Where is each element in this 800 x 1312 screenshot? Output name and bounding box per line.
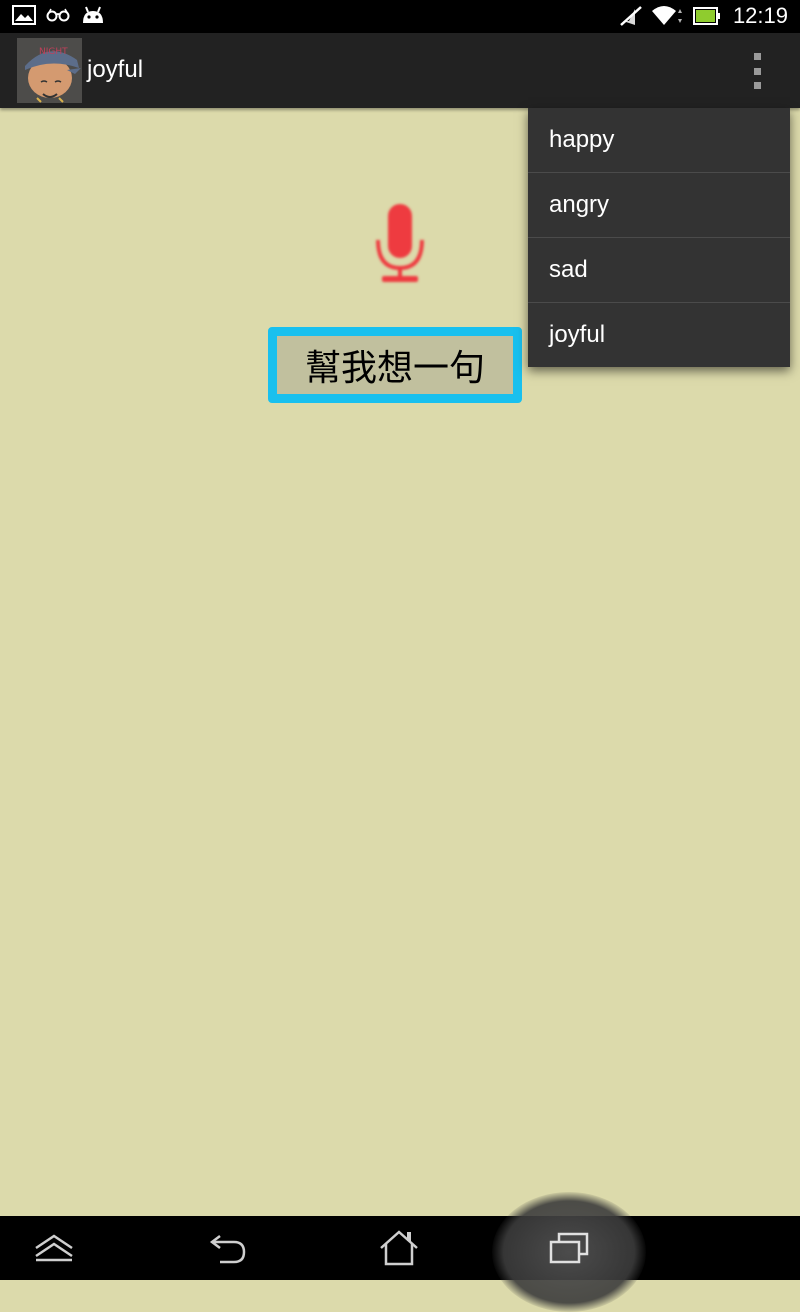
clock: 12:19 (732, 3, 788, 28)
back-icon (209, 1235, 246, 1264)
action-bar: NIGHT joyful (0, 33, 800, 108)
android-icon (80, 5, 106, 25)
page-title: joyful (87, 56, 144, 83)
mute-icon (619, 5, 643, 27)
gallery-icon (12, 5, 36, 25)
overflow-dot (753, 67, 761, 75)
menu-item-happy[interactable]: happy (528, 108, 790, 173)
overflow-dropdown-menu: happy angry sad joyful (528, 108, 790, 367)
hide-keyboard-icon (35, 1234, 73, 1262)
recent-apps-button[interactable] (509, 1216, 629, 1280)
overflow-dot (753, 82, 761, 89)
suggest-sentence-button[interactable]: 幫我想一句 (268, 327, 522, 403)
status-bar: 12:19 (0, 0, 800, 33)
recent-apps-icon (549, 1232, 589, 1264)
battery-icon (692, 6, 721, 26)
wifi-icon (651, 5, 685, 27)
overflow-menu-icon (753, 53, 761, 60)
hide-keyboard-button[interactable] (0, 1216, 114, 1280)
menu-item-joyful[interactable]: joyful (528, 303, 790, 367)
home-icon (380, 1230, 418, 1266)
home-button[interactable] (339, 1216, 459, 1280)
overflow-menu-button[interactable] (744, 53, 770, 89)
svg-text:NIGHT: NIGHT (39, 47, 68, 57)
back-button[interactable] (170, 1216, 290, 1280)
microphone-icon[interactable] (370, 200, 430, 288)
menu-item-angry[interactable]: angry (528, 173, 790, 238)
app-icon[interactable]: NIGHT (17, 38, 82, 103)
cartoon-avatar-icon: NIGHT (17, 38, 82, 103)
glasses-icon (46, 8, 70, 22)
menu-item-sad[interactable]: sad (528, 238, 790, 303)
